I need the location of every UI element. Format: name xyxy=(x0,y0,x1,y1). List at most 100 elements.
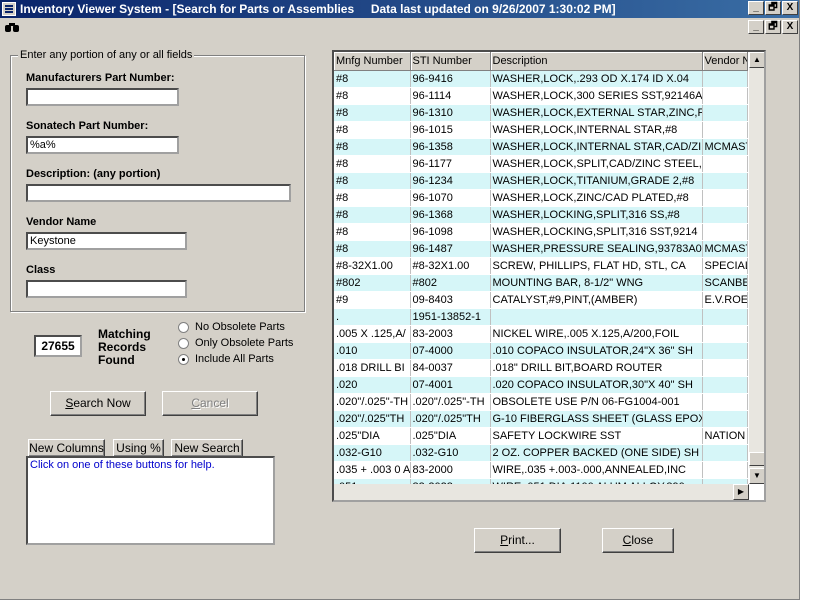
table-cell xyxy=(702,393,748,411)
grid-body: #8 96-9416 WASHER,LOCK,.293 OD X.174 ID X.… xyxy=(334,70,748,500)
mdi-minimize-button[interactable]: _ xyxy=(748,20,764,34)
column-header[interactable]: STI Number xyxy=(410,52,491,71)
radio-only-obsolete[interactable]: Only Obsolete Parts xyxy=(178,337,293,349)
table-row[interactable]: #8 96-1070 WASHER,LOCK,ZINC/CAD PLATED,#8 xyxy=(334,189,748,207)
table-row[interactable]: #8 96-1368 WASHER,LOCKING,SPLIT,316 SS,#8 xyxy=(334,206,748,224)
sonatech-part-input[interactable]: %a% xyxy=(26,136,179,154)
table-row[interactable]: #8 96-1098 WASHER,LOCKING,SPLIT,316 SST,92… xyxy=(334,223,748,241)
table-row[interactable]: #8 96-1114 WASHER,LOCK,300 SERIES SST,9214… xyxy=(334,87,748,105)
table-cell xyxy=(702,155,748,173)
vendor-name-input[interactable]: Keystone xyxy=(26,232,187,250)
matching-records-label: Matching Records Found xyxy=(98,328,151,367)
table-cell: .010 xyxy=(334,342,411,360)
table-row[interactable]: #8 96-1358 WASHER,LOCK,INTERNAL STAR,CAD/Z… xyxy=(334,138,748,156)
column-header[interactable]: Description xyxy=(490,52,703,71)
table-row[interactable]: .020"/.025"TH .020"/.025"TH G-10 FIBERGLAS… xyxy=(334,410,748,428)
radio-include-all[interactable]: Include All Parts xyxy=(178,353,274,365)
restore-button[interactable]: 🗗 xyxy=(765,1,781,15)
table-row[interactable]: .018 DRILL BI 84-0037.018" DRILL BIT,BOAR… xyxy=(334,359,748,377)
column-header[interactable]: Vendor N xyxy=(702,52,748,71)
mdi-controls: _ 🗗 X xyxy=(748,20,798,34)
table-cell: #8 xyxy=(334,138,411,156)
column-header[interactable]: Mnfg Number xyxy=(334,52,411,71)
scroll-thumb[interactable] xyxy=(749,452,764,466)
table-row[interactable]: .025"DIA .025"DIA SAFETY LOCKWIRE SST NATIO… xyxy=(334,427,748,445)
vertical-scrollbar[interactable]: ▲ ▼ xyxy=(749,52,764,484)
scroll-up-button[interactable]: ▲ xyxy=(749,52,764,68)
table-cell xyxy=(702,308,748,326)
close-label: lose xyxy=(631,533,654,547)
table-row[interactable]: .010 07-4000.010 COPACO INSULATOR,24"X 36… xyxy=(334,342,748,360)
table-cell: WASHER,LOCKING,SPLIT,316 SST,9214 xyxy=(490,223,703,241)
scroll-down-button[interactable]: ▼ xyxy=(749,468,764,484)
table-cell xyxy=(702,376,748,394)
mdi-close-button[interactable]: X xyxy=(782,20,798,34)
app-icon[interactable] xyxy=(2,2,16,16)
table-cell: SAFETY LOCKWIRE SST xyxy=(490,427,703,445)
table-cell xyxy=(702,359,748,377)
table-cell: 07-4000 xyxy=(410,342,491,360)
table-cell xyxy=(490,308,703,326)
search-now-button[interactable]: Search Now xyxy=(50,391,146,416)
table-cell: .025"DIA xyxy=(334,427,411,445)
radio-no-obsolete[interactable]: No Obsolete Parts xyxy=(178,321,285,333)
table-row[interactable]: .035 + .003 0 A 83-2000 WIRE,.035 +.003-.0… xyxy=(334,461,748,479)
table-cell xyxy=(702,206,748,224)
binoculars-icon[interactable] xyxy=(4,21,20,33)
scroll-right-button[interactable]: ▶ xyxy=(733,484,749,500)
table-row[interactable]: #8 96-9416 WASHER,LOCK,.293 OD X.174 ID X.… xyxy=(334,70,748,88)
table-row[interactable]: .020"/.025"-TH .020"/.025"-TH OBSOLETE USE… xyxy=(334,393,748,411)
minimize-button[interactable]: _ xyxy=(748,1,764,15)
table-row[interactable]: #8 96-1177 WASHER,LOCK,SPLIT,CAD/ZINC STEE… xyxy=(334,155,748,173)
table-row[interactable]: .020 07-4001.020 COPACO INSULATOR,30"X 40… xyxy=(334,376,748,394)
cancel-label: ancel xyxy=(199,396,229,410)
record-count: 27655 xyxy=(34,335,82,357)
table-cell: .020 xyxy=(334,376,411,394)
radio-dot[interactable] xyxy=(178,337,189,349)
using-percent-help-button[interactable]: Using % xyxy=(113,439,164,457)
class-input[interactable] xyxy=(26,280,187,298)
table-cell: WASHER,LOCK,INTERNAL STAR,CAD/ZI xyxy=(490,138,703,156)
table-row[interactable]: #8-32X1.00 #8-32X1.00 SCREW, PHILLIPS, FLA… xyxy=(334,257,748,275)
description-input[interactable] xyxy=(26,184,291,202)
table-cell: 1951-13852-1 xyxy=(410,308,491,326)
close-button[interactable]: Close xyxy=(602,528,674,553)
table-row[interactable]: .005 X .125,A/83-2003 NICKEL WIRE,.005 X.… xyxy=(334,325,748,343)
radio-dot[interactable] xyxy=(178,353,189,365)
table-row[interactable]: #8 96-1234 WASHER,LOCK,TITANIUM,GRADE 2,#8 xyxy=(334,172,748,190)
print-button[interactable]: Print... xyxy=(474,528,561,553)
radio-dot[interactable] xyxy=(178,321,189,333)
table-cell: .020"/.025"TH xyxy=(334,410,411,428)
table-cell: SCREW, PHILLIPS, FLAT HD, STL, CA xyxy=(490,257,703,275)
table-row[interactable]: #8 96-1487 WASHER,PRESSURE SEALING,93783A0… xyxy=(334,240,748,258)
grid-header-row: Mnfg Number STI Number Description Vendor N xyxy=(334,52,748,71)
new-search-help-button[interactable]: New Search xyxy=(171,439,243,457)
results-grid[interactable]: Mnfg Number STI Number Description Vendor N… xyxy=(332,50,766,502)
print-mnemonic: P xyxy=(500,533,509,547)
cancel-button[interactable]: Cancel xyxy=(162,391,258,416)
table-cell: #9 xyxy=(334,291,411,309)
table-row[interactable]: #9 09-8403 CATALYST,#9,PINT,(AMBER) E.V.ROE xyxy=(334,291,748,309)
table-cell: #8 xyxy=(334,189,411,207)
table-row[interactable]: #8 96-1310 WASHER,LOCK,EXTERNAL STAR,ZINC,… xyxy=(334,104,748,122)
new-columns-help-button[interactable]: New Columns xyxy=(28,439,105,457)
close-window-button[interactable]: X xyxy=(782,1,798,15)
group-legend: Enter any portion of any or all fields xyxy=(18,49,195,61)
print-label: rint... xyxy=(508,533,535,547)
table-row[interactable]: . 1951-13852-1 xyxy=(334,308,748,326)
radio-label: Only Obsolete Parts xyxy=(195,337,294,349)
last-updated-text: Data last updated on 9/26/2007 1:30:02 P… xyxy=(370,2,616,16)
table-row[interactable]: .032-G10.032-G10 2 OZ. COPPER BACKED (ONE… xyxy=(334,444,748,462)
mdi-restore-button[interactable]: 🗗 xyxy=(765,20,781,34)
table-cell: MCMAST xyxy=(702,138,748,156)
table-cell xyxy=(702,325,748,343)
table-cell: #8 xyxy=(334,70,411,88)
mfr-part-input[interactable] xyxy=(26,88,179,106)
table-cell: WASHER,LOCK,SPLIT,CAD/ZINC STEEL, xyxy=(490,155,703,173)
horizontal-scrollbar[interactable]: ▶ xyxy=(334,484,749,500)
toolbar: _ 🗗 X xyxy=(0,18,799,36)
table-cell: WASHER,LOCK,INTERNAL STAR,#8 xyxy=(490,121,703,139)
table-row[interactable]: #802 #802 MOUNTING BAR, 8-1/2" WNG SCANBE xyxy=(334,274,748,292)
table-row[interactable]: #8 96-1015 WASHER,LOCK,INTERNAL STAR,#8 xyxy=(334,121,748,139)
table-cell: #8 xyxy=(334,240,411,258)
